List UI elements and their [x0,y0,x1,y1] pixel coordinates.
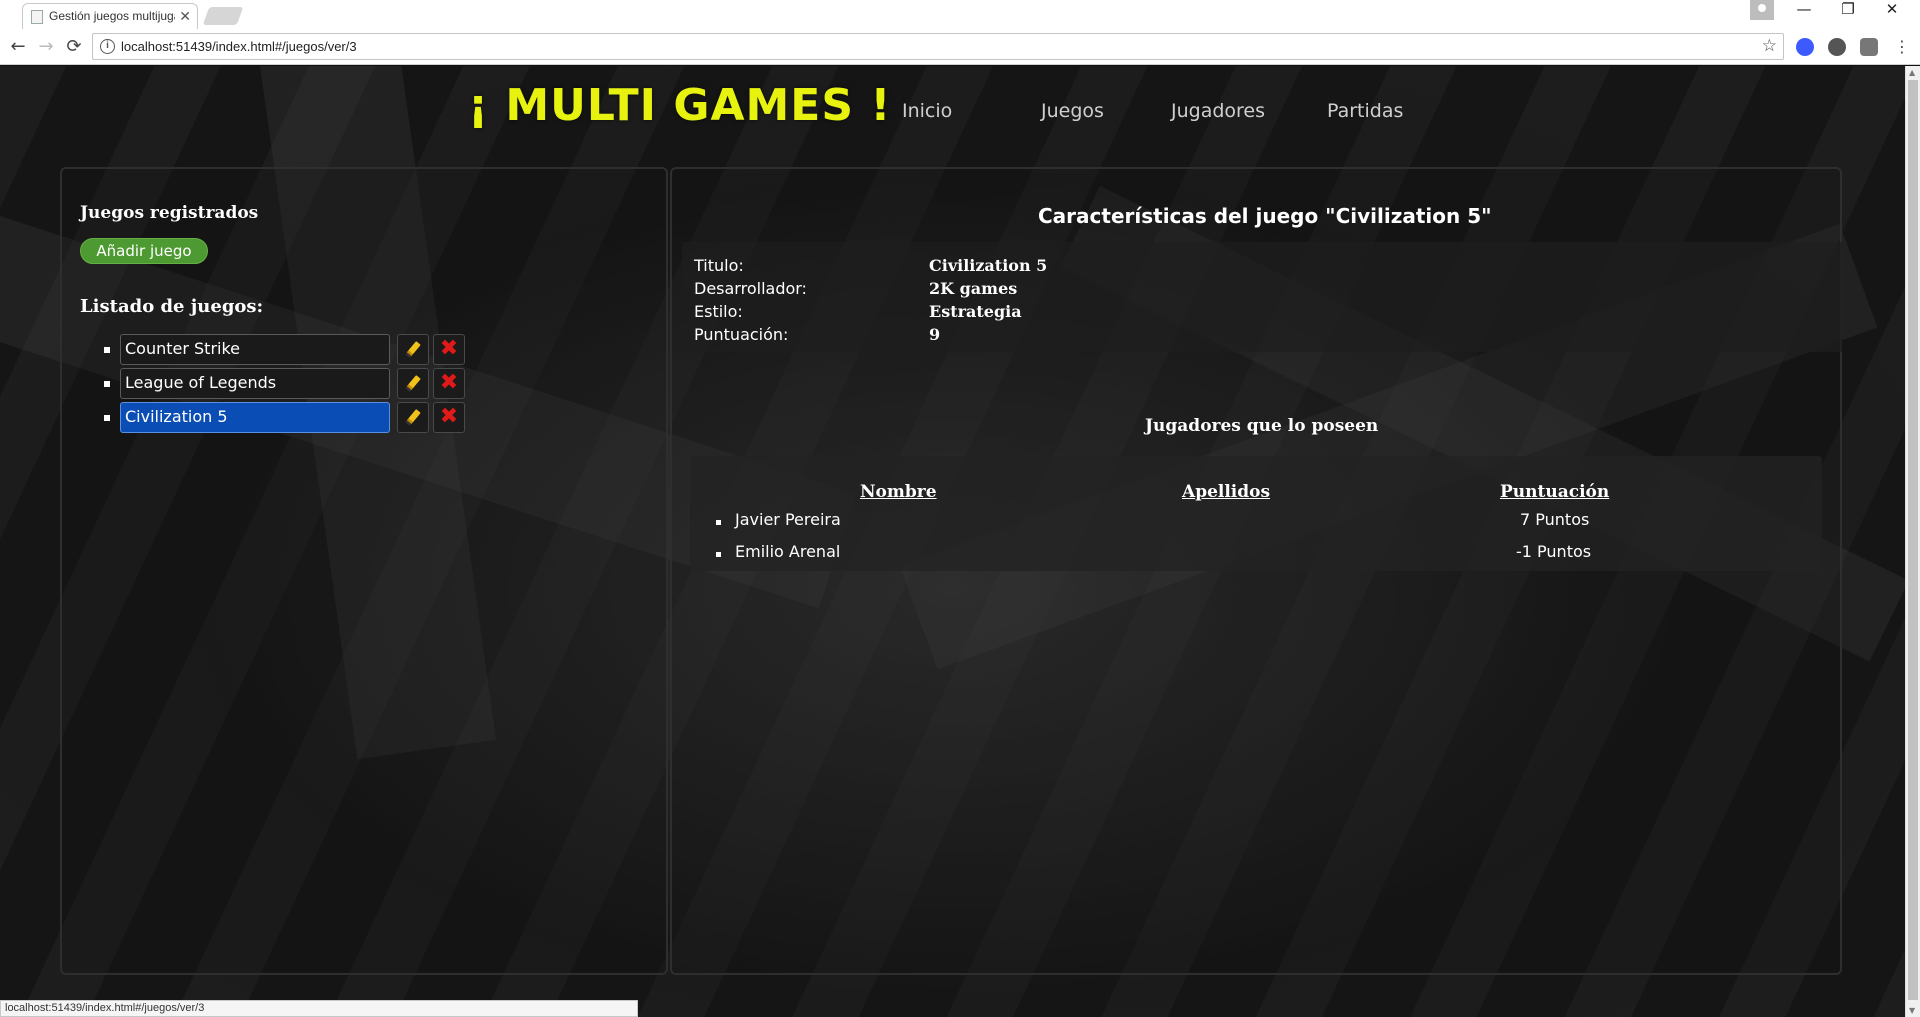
restore-button[interactable]: ❐ [1826,0,1870,28]
nav-juegos[interactable]: Juegos [1041,100,1104,122]
field-label: Titulo: [694,256,744,275]
field-value: 2K games [929,279,1018,298]
list-bullet [716,520,721,525]
game-list-item: Counter Strike ✖ [102,334,482,366]
column-header-nombre: Nombre [860,482,937,502]
browser-tab[interactable]: Gestión juegos multijugador ✕ [22,3,198,29]
site-info-icon[interactable]: i [100,39,115,54]
registered-games-heading: Juegos registrados [80,203,259,223]
list-bullet [716,552,721,557]
field-label: Puntuación: [694,325,789,344]
delete-game-button[interactable]: ✖ [433,402,465,433]
pencil-icon [405,375,421,392]
address-bar[interactable]: i localhost:51439/index.html#/juegos/ver… [92,33,1784,60]
games-sidebar-panel [60,167,668,975]
extension-card-icon[interactable] [1860,38,1878,56]
browser-menu-icon[interactable]: ⋮ [1890,35,1914,59]
nav-inicio[interactable]: Inicio [902,100,952,122]
player-score: 7 Puntos [1520,510,1590,529]
game-list-item-selected: Civilization 5 ✖ [102,402,482,434]
edit-game-button[interactable] [397,402,429,433]
delete-x-icon: ✖ [439,336,459,361]
game-list-item: League of Legends ✖ [102,368,482,400]
page-favicon-icon [31,10,43,24]
list-bullet [104,415,110,421]
page-scrollbar[interactable]: ▲ ▼ [1905,66,1920,1017]
bookmark-star-icon[interactable]: ☆ [1762,36,1777,56]
field-value: 9 [929,325,941,344]
site-logo[interactable]: ¡ MULTI GAMES ! [468,80,891,131]
nav-jugadores[interactable]: Jugadores [1171,100,1265,122]
game-details-box [682,242,1842,352]
players-heading: Jugadores que lo poseen [1145,416,1379,436]
players-table [690,456,1822,571]
page-viewport: ¡ MULTI GAMES ! Inicio Juegos Jugadores … [0,66,1905,1017]
delete-x-icon: ✖ [439,404,459,429]
profile-icon[interactable] [1750,0,1774,20]
field-label: Desarrollador: [694,279,807,298]
edit-game-button[interactable] [397,368,429,399]
player-name: Javier Pereira [735,510,841,529]
scroll-down-icon[interactable]: ▼ [1909,1006,1918,1015]
pencil-icon [405,409,421,426]
extension-shield-icon[interactable] [1796,38,1814,56]
list-bullet [104,381,110,387]
reload-icon[interactable]: ⟳ [62,35,86,59]
add-game-button[interactable]: Añadir juego [80,238,208,264]
close-window-button[interactable]: ✕ [1870,0,1914,28]
field-value: Estrategia [929,302,1022,321]
extension-gear-icon[interactable] [1828,38,1846,56]
game-name-field[interactable]: League of Legends [120,368,390,399]
scroll-up-icon[interactable]: ▲ [1909,68,1918,77]
player-name: Emilio Arenal [735,542,841,561]
field-value: Civilization 5 [929,256,1048,275]
url-text[interactable]: localhost:51439/index.html#/juegos/ver/3 [121,39,357,54]
browser-toolbar: ← → ⟳ i localhost:51439/index.html#/jueg… [0,29,1920,65]
games-list-heading: Listado de juegos: [80,296,264,317]
new-tab-button[interactable] [202,7,244,25]
edit-game-button[interactable] [397,334,429,365]
minimize-button[interactable]: — [1782,0,1826,28]
game-name-field[interactable]: Civilization 5 [120,402,390,433]
close-tab-icon[interactable]: ✕ [179,8,191,25]
player-score: -1 Puntos [1516,542,1592,561]
back-icon[interactable]: ← [6,35,30,59]
forward-icon[interactable]: → [34,35,58,59]
column-header-puntuacion: Puntuación [1500,482,1610,502]
game-name-field[interactable]: Counter Strike [120,334,390,365]
field-label: Estilo: [694,302,743,321]
nav-partidas[interactable]: Partidas [1327,100,1403,122]
delete-game-button[interactable]: ✖ [433,334,465,365]
game-details-heading: Características del juego "Civilization … [1038,204,1492,228]
tab-title: Gestión juegos multijugador [49,9,175,23]
pencil-icon [405,341,421,358]
status-bar-url: localhost:51439/index.html#/juegos/ver/3 [0,1000,638,1017]
browser-titlebar: Gestión juegos multijugador ✕ — ❐ ✕ [0,0,1920,29]
list-bullet [104,347,110,353]
delete-game-button[interactable]: ✖ [433,368,465,399]
column-header-apellidos: Apellidos [1182,482,1271,502]
scrollbar-thumb[interactable] [1908,80,1918,1000]
delete-x-icon: ✖ [439,370,459,395]
